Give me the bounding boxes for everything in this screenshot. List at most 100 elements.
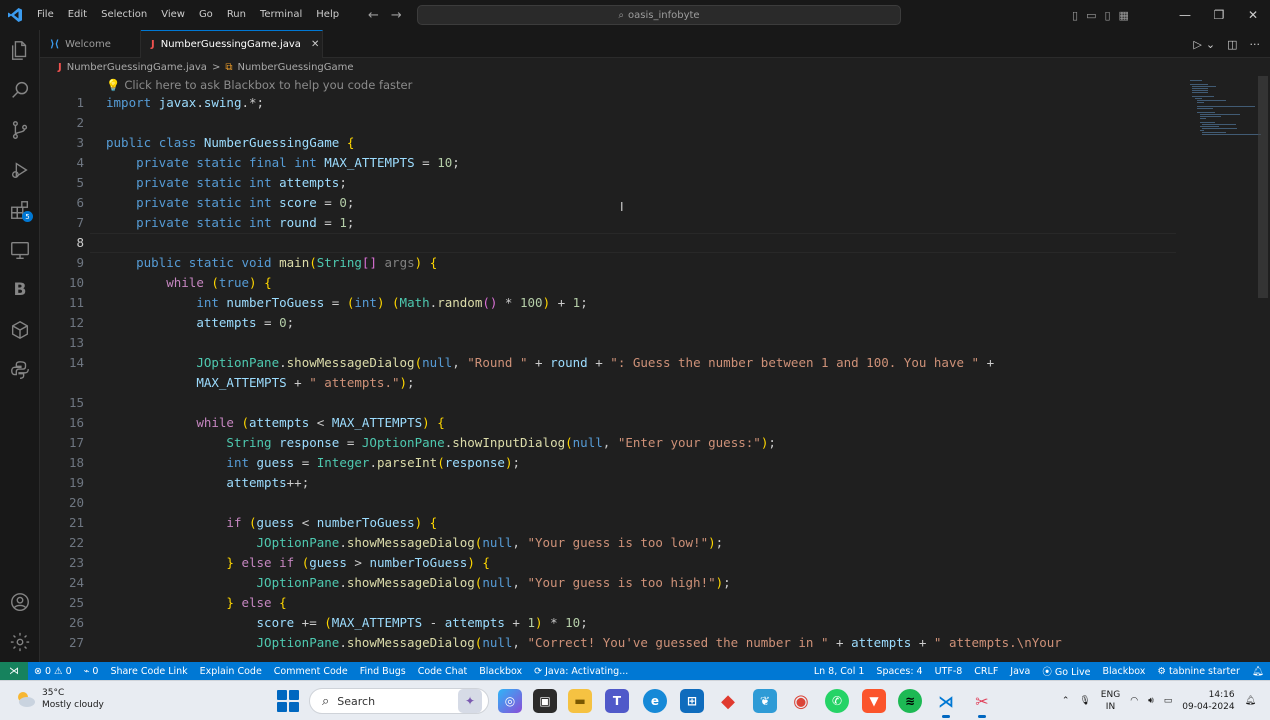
show-hidden-icons-icon[interactable]: ⌃	[1062, 696, 1070, 706]
anydesk-icon[interactable]: ◆	[716, 689, 740, 713]
menu-edit[interactable]: Edit	[61, 0, 94, 30]
more-actions-icon[interactable]: ···	[1250, 38, 1261, 51]
code-line[interactable]: } else {	[106, 593, 286, 613]
blackbox-icon[interactable]: B	[0, 270, 40, 310]
weather-widget[interactable]: 35°C Mostly cloudy	[14, 687, 104, 711]
start-button-icon[interactable]	[277, 690, 299, 712]
java-status[interactable]: ⟳ Java: Activating...	[528, 666, 634, 677]
run-debug-icon[interactable]	[0, 150, 40, 190]
blackbox-button[interactable]: Blackbox	[473, 666, 528, 677]
blackbox-status[interactable]: Blackbox	[1097, 666, 1152, 677]
comment-code-button[interactable]: Comment Code	[268, 666, 354, 677]
search-icon[interactable]	[0, 70, 40, 110]
clock[interactable]: 14:16 09-04-2024	[1182, 689, 1234, 713]
minimize-icon[interactable]: —	[1168, 0, 1202, 30]
code-line[interactable]: while (attempts < MAX_ATTEMPTS) {	[106, 413, 444, 433]
code-line[interactable]: private static int round = 1;	[106, 213, 354, 233]
code-line[interactable]: attempts++;	[106, 473, 309, 493]
menu-view[interactable]: View	[154, 0, 192, 30]
close-window-icon[interactable]: ✕	[1236, 0, 1270, 30]
code-line[interactable]: private static int attempts;	[106, 173, 347, 193]
code-line[interactable]: attempts = 0;	[106, 313, 294, 333]
code-line[interactable]: JOptionPane.showMessageDialog(null, "You…	[106, 573, 731, 593]
code-line[interactable]: JOptionPane.showMessageDialog(null, "Rou…	[106, 353, 994, 373]
menu-selection[interactable]: Selection	[94, 0, 154, 30]
breadcrumb-file[interactable]: NumberGuessingGame.java	[67, 62, 207, 73]
code-line[interactable]: private static int score = 0;	[106, 193, 354, 213]
ports-indicator[interactable]: ⌁ 0	[78, 666, 105, 677]
code-line[interactable]: public class NumberGuessingGame {	[106, 133, 354, 153]
vscode-taskbar-icon[interactable]: ⋊	[934, 689, 958, 718]
menu-go[interactable]: Go	[192, 0, 220, 30]
find-bugs-button[interactable]: Find Bugs	[354, 666, 412, 677]
microphone-icon[interactable]: 🎙︎	[1079, 696, 1090, 706]
code-line[interactable]: import javax.swing.*;	[106, 93, 264, 113]
vertical-scrollbar[interactable]	[1258, 76, 1270, 662]
menu-run[interactable]: Run	[220, 0, 253, 30]
problems-indicator[interactable]: ⊗ 0 ⚠ 0	[28, 666, 78, 677]
language-mode[interactable]: Java	[1004, 666, 1036, 677]
spotify-icon[interactable]: ≋	[898, 689, 922, 713]
back-arrow-icon[interactable]: ←	[368, 8, 379, 23]
search-highlight-icon[interactable]: ✦	[458, 689, 482, 713]
breadcrumb-symbol[interactable]: NumberGuessingGame	[237, 62, 353, 73]
cursor-position[interactable]: Ln 8, Col 1	[808, 666, 871, 677]
java-projects-icon[interactable]	[0, 310, 40, 350]
go-live-button[interactable]: ⦿ Go Live	[1036, 664, 1096, 678]
code-chat-button[interactable]: Code Chat	[412, 666, 474, 677]
toggle-primary-sidebar-icon[interactable]: ▯	[1072, 9, 1078, 22]
share-code-link-button[interactable]: Share Code Link	[104, 666, 193, 677]
tab-numberguessinggame[interactable]: J NumberGuessingGame.java ✕	[141, 30, 323, 58]
battery-icon[interactable]: ▭	[1164, 696, 1173, 706]
command-center-search[interactable]: ⌕ oasis_infobyte	[417, 5, 901, 25]
wifi-icon[interactable]: ◠	[1130, 696, 1138, 706]
task-view-icon[interactable]: ▣	[533, 689, 557, 713]
run-dropdown-icon[interactable]: ⌄	[1206, 38, 1215, 51]
file-explorer-icon[interactable]: ▬	[568, 689, 592, 713]
tab-welcome[interactable]: ⟩⟨ Welcome	[40, 30, 141, 58]
customize-layout-icon[interactable]: ▦	[1119, 9, 1129, 22]
toggle-panel-icon[interactable]: ▭	[1086, 9, 1096, 22]
code-line[interactable]: MAX_ATTEMPTS + " attempts.");	[106, 373, 414, 393]
code-line[interactable]: String response = JOptionPane.showInputD…	[106, 433, 775, 453]
whatsapp-icon[interactable]: ✆	[825, 689, 849, 713]
notification-bell-icon[interactable]: 🔔︎	[1245, 696, 1256, 706]
python-icon[interactable]	[0, 350, 40, 390]
teams-icon[interactable]: T	[605, 689, 629, 713]
code-line[interactable]: int numberToGuess = (int) (Math.random()…	[106, 293, 587, 313]
explain-code-button[interactable]: Explain Code	[194, 666, 268, 677]
indentation[interactable]: Spaces: 4	[870, 666, 928, 677]
code-line[interactable]: JOptionPane.showMessageDialog(null, "You…	[106, 533, 724, 553]
remote-explorer-icon[interactable]	[0, 230, 40, 270]
end-of-line[interactable]: CRLF	[968, 666, 1004, 677]
code-line[interactable]: } else if (guess > numberToGuess) {	[106, 553, 489, 573]
snipping-tool-icon[interactable]: ✂	[970, 689, 994, 718]
code-line[interactable]: while (true) {	[106, 273, 271, 293]
remote-indicator-icon[interactable]: ⋊	[0, 662, 28, 680]
store-icon[interactable]: ⊞	[680, 689, 704, 713]
source-control-icon[interactable]	[0, 110, 40, 150]
code-line[interactable]: private static final int MAX_ATTEMPTS = …	[106, 153, 460, 173]
code-line[interactable]: JOptionPane.showMessageDialog(null, "Cor…	[106, 633, 1062, 653]
chrome-icon[interactable]: ◉	[789, 689, 813, 713]
volume-icon[interactable]: 🔊︎	[1148, 696, 1154, 706]
run-java-icon[interactable]: ▷	[1193, 38, 1201, 51]
close-tab-icon[interactable]: ✕	[311, 39, 319, 50]
accounts-icon[interactable]	[0, 582, 40, 622]
toggle-secondary-sidebar-icon[interactable]: ▯	[1104, 9, 1110, 22]
edge-icon[interactable]: e	[643, 689, 667, 713]
extensions-icon[interactable]: 5	[0, 190, 40, 230]
explorer-icon[interactable]	[0, 30, 40, 70]
minimap[interactable]	[1182, 76, 1261, 662]
code-editor[interactable]: 💡 Click here to ask Blackbox to help you …	[40, 76, 1258, 662]
app-icon[interactable]: ❦	[753, 689, 777, 713]
encoding[interactable]: UTF-8	[929, 666, 969, 677]
tabnine-status[interactable]: ⚙ tabnine starter	[1151, 666, 1246, 677]
forward-arrow-icon[interactable]: →	[391, 8, 402, 23]
brave-icon[interactable]: ▼	[862, 689, 886, 713]
menu-terminal[interactable]: Terminal	[253, 0, 309, 30]
code-line[interactable]: score += (MAX_ATTEMPTS - attempts + 1) *…	[106, 613, 588, 633]
scrollbar-thumb[interactable]	[1258, 76, 1268, 298]
blackbox-hint[interactable]: 💡 Click here to ask Blackbox to help you …	[106, 78, 412, 92]
language-indicator[interactable]: ENG IN	[1101, 689, 1120, 713]
